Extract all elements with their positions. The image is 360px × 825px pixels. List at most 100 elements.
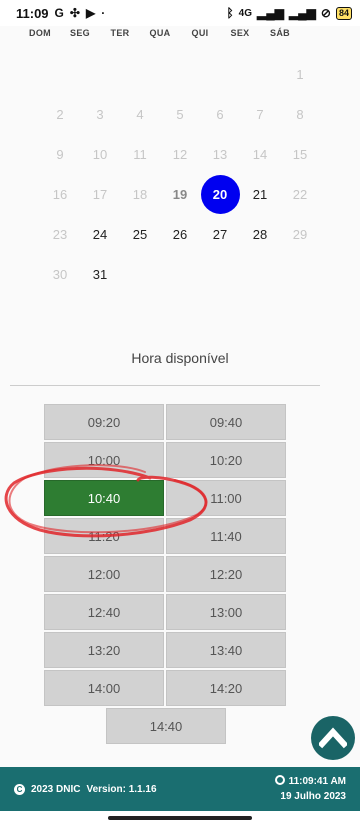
network-label: 4G (238, 7, 252, 19)
dot-icon: · (101, 6, 106, 20)
calendar-day-31[interactable]: 31 (80, 254, 120, 294)
time-slot-button[interactable]: 11:20 (44, 518, 164, 554)
calendar-day-27[interactable]: 27 (200, 214, 240, 254)
time-slot-row: 09:20 09:40 (44, 404, 288, 440)
calendar-day-1: 1 (296, 66, 304, 82)
time-slot-button[interactable]: 10:20 (166, 442, 286, 478)
selected-day-label: 20 (200, 174, 240, 214)
chevron-up-icon (319, 727, 347, 749)
calendar-empty-cell (160, 54, 200, 94)
time-slot-button[interactable]: 09:40 (166, 404, 286, 440)
calendar-day-25[interactable]: 25 (120, 214, 160, 254)
calendar-empty-cell (280, 254, 320, 294)
calendar-day-13: 13 (212, 146, 228, 162)
time-slot-button[interactable]: 09:20 (44, 404, 164, 440)
time-slot-row: 10:00 10:20 (44, 442, 288, 478)
calendar-day-12: 12 (172, 146, 188, 162)
weekday-label: SEG (70, 28, 90, 38)
calendar-empty-cell (120, 254, 160, 294)
calendar-day-23: 23 (52, 226, 68, 242)
time-slot-row: 12:00 12:20 (44, 556, 288, 592)
calendar-empty-cell (240, 54, 280, 94)
calendar-empty-cell (160, 254, 200, 294)
time-slot-button[interactable]: 11:00 (166, 480, 286, 516)
calendar-day-9: 9 (56, 146, 64, 162)
calendar-day-16: 16 (52, 186, 68, 202)
calendar-day-2: 2 (56, 106, 64, 122)
copyright-icon: C (14, 783, 25, 795)
footer: C 2023 DNIC Version: 1.1.16 11:09:41 AM … (0, 767, 360, 811)
time-slot-button[interactable]: 13:20 (44, 632, 164, 668)
calendar-weekday-header: DOM SEG TER QUA QUI SEX SÁB (0, 28, 360, 38)
calendar-week-row: 16 17 18 19 20 21 22 (40, 174, 320, 214)
time-slot-button[interactable]: 12:00 (44, 556, 164, 592)
weekday-label: SEX (230, 28, 250, 38)
calendar-week-row: 1 (40, 54, 320, 94)
bluetooth-icon: ᛒ (226, 6, 234, 20)
time-slot-button[interactable]: 12:40 (44, 594, 164, 630)
calendar-empty-cell (80, 54, 120, 94)
time-slot-button[interactable]: 10:00 (44, 442, 164, 478)
status-time: 11:09 (16, 5, 49, 21)
time-slot-button[interactable]: 10:40 (44, 480, 164, 516)
time-slot-row: 11:20 11:40 (44, 518, 288, 554)
time-slot-button[interactable]: 14:40 (106, 708, 226, 744)
calendar-day-11: 11 (133, 146, 147, 162)
time-slot-row: 10:40 11:00 (44, 480, 288, 516)
google-icon: G (54, 6, 64, 20)
system-nav-bar (0, 811, 360, 825)
time-slot-button[interactable]: 13:40 (166, 632, 286, 668)
calendar-day-30: 30 (52, 266, 68, 282)
clock-icon (274, 775, 285, 785)
copyright-text: 2023 DNIC (31, 783, 81, 795)
calendar-empty-cell (200, 254, 240, 294)
calendar-day-4: 4 (136, 106, 144, 122)
calendar-day-3: 3 (96, 106, 104, 122)
weekday-label: QUA (149, 28, 171, 38)
time-slot-button[interactable]: 11:40 (166, 518, 286, 554)
current-date: 19 Julho 2023 (280, 791, 346, 802)
calendar-empty-cell (120, 54, 160, 94)
status-bar: 11:09 G ✣ ▶ · ᛒ 4G ▂▄▆ ▂▄▆ ⊘ 84 (0, 0, 360, 26)
time-slot-button[interactable]: 14:00 (44, 670, 164, 706)
calendar-grid: 1 2 3 4 5 6 7 8 9 10 11 12 13 14 15 16 17 18 19 20 21 22 23 24 2… (40, 54, 320, 294)
divider (10, 385, 320, 386)
battery-icon: 84 (335, 6, 352, 20)
calendar-week-row: 30 31 (40, 254, 320, 294)
weekday-label: TER (110, 28, 130, 38)
weekday-label: SÁB (270, 28, 290, 38)
calendar-day-15: 15 (292, 146, 308, 162)
calendar-day-20[interactable]: 20 (200, 174, 240, 214)
calendar-empty-cell (240, 254, 280, 294)
version-text: Version: 1.1.16 (86, 783, 157, 795)
time-slot-row: 14:00 14:20 (44, 670, 288, 706)
calendar-day-19: 19 (172, 186, 188, 202)
time-slot-button[interactable]: 14:20 (166, 670, 286, 706)
signal-icon: ▂▄▆ (256, 6, 284, 20)
calendar-day-8: 8 (296, 106, 304, 122)
home-gesture-handle[interactable] (108, 816, 252, 820)
calendar-day-29: 29 (292, 226, 308, 242)
hotspot-icon: ⊘ (320, 6, 331, 20)
weekday-label: QUI (191, 28, 209, 38)
calendar-empty-cell (40, 54, 80, 94)
calendar-day-26[interactable]: 26 (160, 214, 200, 254)
calendar-week-row: 2 3 4 5 6 7 8 (40, 94, 320, 134)
time-slot-button[interactable]: 13:00 (166, 594, 286, 630)
clock-time: 11:09:41 AM (288, 776, 346, 787)
weekday-label: DOM (29, 28, 51, 38)
calendar-day-21[interactable]: 21 (240, 174, 280, 214)
calendar-day-5: 5 (176, 106, 184, 122)
calendar-day-24[interactable]: 24 (80, 214, 120, 254)
calendar-day-22: 22 (292, 186, 308, 202)
calendar-day-10: 10 (92, 146, 108, 162)
calendar-day-28[interactable]: 28 (240, 214, 280, 254)
available-time-title: Hora disponível (131, 350, 229, 366)
calendar-day-14: 14 (252, 146, 268, 162)
calendar-day-6: 6 (216, 106, 224, 122)
time-slot-button[interactable]: 12:20 (166, 556, 286, 592)
time-slot-row: 13:20 13:40 (44, 632, 288, 668)
scroll-top-button[interactable] (311, 716, 355, 760)
fan-icon: ✣ (69, 6, 80, 20)
calendar-day-17: 17 (92, 186, 108, 202)
